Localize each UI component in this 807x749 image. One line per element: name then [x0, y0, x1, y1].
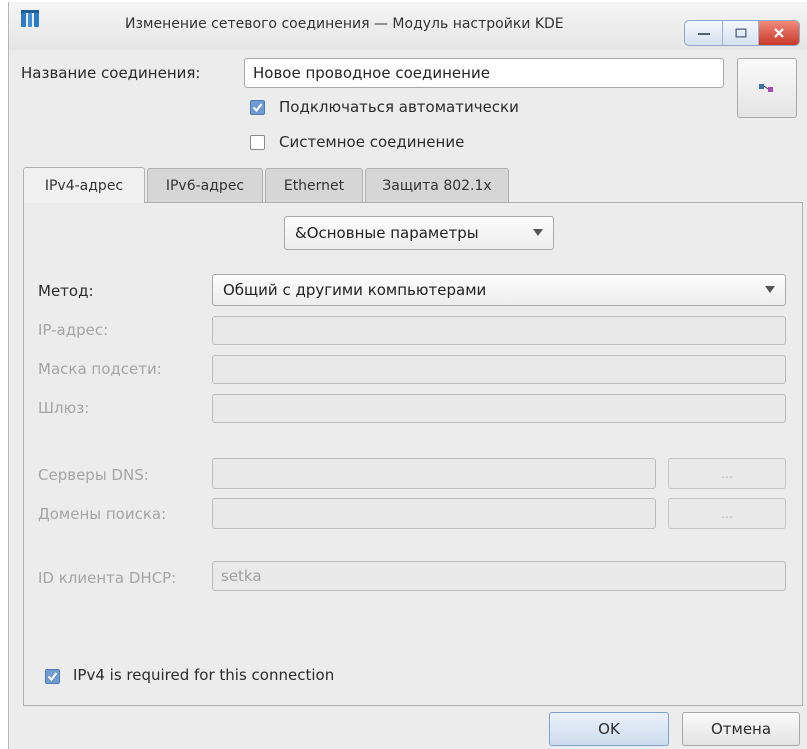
dns-servers-label: Серверы DNS:: [38, 466, 149, 484]
dialog-window: Изменение сетевого соединения — Модуль н…: [8, 2, 807, 749]
close-icon: [774, 28, 784, 38]
method-label: Метод:: [38, 282, 94, 300]
search-domains-button-label: ...: [721, 506, 733, 521]
dns-servers-button-label: ...: [721, 466, 733, 481]
search-domains-label: Домены поиска:: [38, 505, 167, 523]
gateway-input[interactable]: [212, 394, 786, 423]
tab-ipv4[interactable]: IPv4-адрес: [23, 167, 145, 203]
dhcp-client-id-value: setka: [221, 567, 262, 585]
tab-ethernet[interactable]: Ethernet: [265, 168, 363, 202]
dns-servers-input[interactable]: [212, 458, 656, 489]
connection-name-label: Название соединения:: [21, 64, 201, 82]
network-icon: [759, 84, 773, 92]
title-bar[interactable]: Изменение сетевого соединения — Модуль н…: [9, 2, 807, 50]
tab-ipv4-label: IPv4-адрес: [44, 177, 124, 194]
window-title: Изменение сетевого соединения — Модуль н…: [125, 16, 564, 32]
checkmark-icon: [252, 103, 263, 113]
subnet-mask-label: Маска подсети:: [38, 360, 162, 378]
mode-combo[interactable]: &Основные параметры: [284, 216, 554, 250]
ip-address-label: IP-адрес:: [38, 321, 109, 339]
tab-security[interactable]: Защита 802.1x: [365, 168, 509, 202]
search-domains-button[interactable]: ...: [668, 498, 786, 529]
tab-ipv6[interactable]: IPv6-адрес: [147, 168, 263, 202]
maximize-icon: [735, 28, 746, 38]
ok-button[interactable]: OK: [549, 712, 669, 746]
tab-security-label: Защита 802.1x: [382, 177, 492, 194]
maximize-button[interactable]: [723, 21, 759, 45]
method-combo[interactable]: Общий с другими компьютерами: [212, 274, 786, 306]
ipv4-required-checkbox[interactable]: [45, 669, 60, 684]
auto-connect-checkbox[interactable]: [250, 100, 265, 115]
minimize-button[interactable]: [685, 21, 723, 45]
dhcp-client-id-label: ID клиента DHCP:: [38, 569, 177, 587]
tab-ethernet-label: Ethernet: [283, 177, 345, 194]
gateway-label: Шлюз:: [38, 399, 90, 417]
app-icon: [21, 10, 39, 27]
mode-combo-value: &Основные параметры: [295, 224, 479, 242]
ip-address-input[interactable]: [212, 316, 786, 345]
chevron-down-icon: [533, 229, 543, 236]
dhcp-client-id-input[interactable]: setka: [212, 561, 786, 591]
minimize-icon: [697, 33, 710, 35]
close-button[interactable]: [759, 21, 799, 45]
connection-name-value: Новое проводное соединение: [253, 64, 490, 82]
ipv4-required-label[interactable]: IPv4 is required for this connection: [73, 666, 334, 684]
checkmark-icon: [47, 672, 58, 682]
ipv4-panel: &Основные параметры Метод: Общий с други…: [23, 202, 803, 706]
chevron-down-icon: [765, 286, 775, 293]
tab-ipv6-label: IPv6-адрес: [165, 177, 245, 194]
cancel-button[interactable]: Отмена: [682, 712, 800, 746]
window-controls: [684, 20, 800, 46]
ok-button-label: OK: [598, 720, 620, 738]
dns-servers-button[interactable]: ...: [668, 458, 786, 489]
cancel-button-label: Отмена: [710, 720, 772, 738]
subnet-mask-input[interactable]: [212, 355, 786, 384]
auto-connect-label[interactable]: Подключаться автоматически: [279, 98, 519, 116]
connection-name-input[interactable]: Новое проводное соединение: [244, 58, 724, 88]
method-combo-value: Общий с другими компьютерами: [223, 281, 487, 299]
search-domains-input[interactable]: [212, 498, 656, 529]
system-connection-checkbox[interactable]: [250, 135, 265, 150]
system-connection-label[interactable]: Системное соединение: [279, 133, 464, 151]
connection-icon-button[interactable]: [737, 58, 797, 118]
